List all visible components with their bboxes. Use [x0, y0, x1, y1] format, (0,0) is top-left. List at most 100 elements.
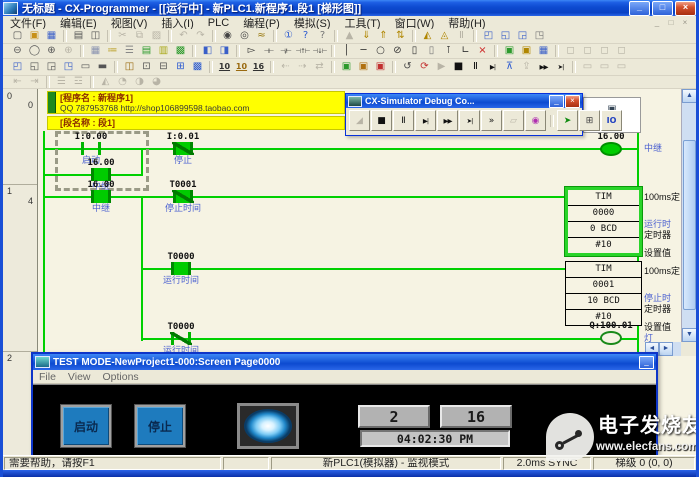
monitor-data-icon[interactable]: ◫ [121, 60, 138, 74]
line-delete-tool-icon[interactable]: × [474, 44, 491, 58]
tim-block-0000[interactable]: TIM 0000 0 BCD #10 [565, 187, 642, 256]
select-tool-icon[interactable]: ▻ [243, 44, 260, 58]
simulator-online-icon[interactable]: ▣ [501, 44, 518, 58]
hmi-stop-button[interactable]: 停止 [135, 405, 185, 447]
force-cancel-icon[interactable]: ⊞ [172, 60, 189, 74]
console-skip-button[interactable]: » [481, 110, 502, 131]
maximize-button[interactable]: □ [652, 1, 673, 16]
console-continuous-step-button[interactable]: ▶▶ [437, 110, 458, 131]
or-nc-contact-tool-icon[interactable]: ⊣↓⊢ [311, 44, 328, 58]
save-icon[interactable]: ▦ [43, 29, 60, 43]
console-pause-button[interactable]: Ⅱ [393, 110, 414, 131]
sim-step-run-icon[interactable]: ▶| [484, 60, 501, 74]
minimize-button[interactable]: _ [629, 1, 650, 16]
contact-run-timer-nc[interactable]: T0000 运行时间 [153, 322, 209, 355]
sim-scan-run-icon[interactable]: ▣ [338, 60, 355, 74]
vertical-scrollbar[interactable]: ▲ ▼ [681, 89, 696, 342]
upload-from-plc-icon[interactable]: ⇑ [375, 29, 392, 43]
sim-step-mode-icon[interactable]: ▣ [355, 60, 372, 74]
mdi-restore-button[interactable]: □ [664, 17, 678, 28]
force-reset-icon[interactable]: ⊟ [155, 60, 172, 74]
tile-horizontal-icon[interactable]: ◱ [26, 60, 43, 74]
sim-continuous-step-icon[interactable]: ▶▶ [535, 60, 552, 74]
nc-contact-tool-icon[interactable]: ⊣/⊢ [277, 44, 294, 58]
new-window-icon[interactable]: ◰ [480, 29, 497, 43]
sim-pause-icon[interactable]: Ⅱ [467, 60, 484, 74]
console-io-button[interactable]: IO [601, 110, 622, 131]
data-trace-icon[interactable]: ◨ [216, 44, 233, 58]
contact-relay[interactable]: 16.00 中继 [73, 180, 129, 213]
contact-stop-timer[interactable]: T0001 停止时间 [155, 180, 211, 213]
monitor-mode-icon[interactable]: ◬ [436, 29, 453, 43]
sim-scan-step-icon[interactable]: ➤| [552, 60, 569, 74]
mdi-close-button[interactable]: × [678, 17, 692, 28]
console-step-run-button[interactable]: ▶| [415, 110, 436, 131]
address-reference-icon[interactable]: ≈ [253, 29, 270, 43]
contact-stop[interactable]: I:0.01 停止 [155, 132, 211, 165]
io-table-icon[interactable]: ◲ [514, 29, 531, 43]
scroll-down-button[interactable]: ▼ [682, 328, 696, 342]
show-comments-icon[interactable]: ☰ [121, 44, 138, 58]
or-no-contact-tool-icon[interactable]: ⊣↑⊢ [294, 44, 311, 58]
console-keyboard-button[interactable]: ⊞ [579, 110, 600, 131]
no-contact-tool-icon[interactable]: ⊣⊢ [260, 44, 277, 58]
sim-reset-icon[interactable]: ↺ [399, 60, 416, 74]
console-close-button[interactable]: × [565, 95, 580, 108]
new-file-icon[interactable]: ▢ [9, 29, 26, 43]
zoom-out-icon[interactable]: ⊖ [9, 44, 26, 58]
console-replay-button[interactable]: ◉ [525, 110, 546, 131]
output-window-icon[interactable]: ▭ [77, 60, 94, 74]
rung-comment-icon[interactable]: ≔ [104, 44, 121, 58]
console-scan-step-button[interactable]: ➤| [459, 110, 480, 131]
symbol-table-icon[interactable]: ▩ [172, 44, 189, 58]
instruction-tool-icon[interactable]: ▯ [406, 44, 423, 58]
hmi-menu-view[interactable]: View [68, 371, 91, 383]
scroll-right-button[interactable]: ► [659, 342, 673, 356]
vertical-line-tool-icon[interactable]: │ [338, 44, 355, 58]
hex-radix-button[interactable]: 16 [250, 60, 267, 74]
console-minimize-button[interactable]: _ [549, 95, 564, 108]
console-task-run-button[interactable]: ➤ [557, 110, 578, 131]
hmi-menu-file[interactable]: File [39, 371, 56, 383]
find-icon[interactable]: ◉ [219, 29, 236, 43]
workspace-icon[interactable]: ◳ [60, 60, 77, 74]
tile-vertical-icon[interactable]: ◲ [43, 60, 60, 74]
sim-stop-icon[interactable]: ■ [450, 60, 467, 74]
hmi-start-button[interactable]: 启动 [61, 405, 111, 447]
section-list-icon[interactable]: ▥ [155, 44, 172, 58]
watch-window-icon[interactable]: ▤ [138, 44, 155, 58]
open-file-icon[interactable]: ▣ [26, 29, 43, 43]
coil-relay[interactable]: 16.00 [583, 132, 639, 156]
replace-icon[interactable]: ◎ [236, 29, 253, 43]
mdi-minimize-button[interactable]: _ [650, 17, 664, 28]
coil-lamp[interactable]: Q:100.01 [583, 321, 639, 345]
line-connect-tool-icon[interactable]: ∟ [457, 44, 474, 58]
simulator-run-icon[interactable]: ▣ [518, 44, 535, 58]
timer-tool-icon[interactable]: ⊺ [440, 44, 457, 58]
sim-step-in-icon[interactable]: ⊼ [501, 60, 518, 74]
coil-tool-icon[interactable]: ○ [372, 44, 389, 58]
compare-with-plc-icon[interactable]: ⇅ [392, 29, 409, 43]
help-icon[interactable]: ? [297, 29, 314, 43]
cross-reference-icon[interactable]: ◱ [497, 29, 514, 43]
decimal-radix-button[interactable]: 10 [216, 60, 233, 74]
close-button[interactable]: × [675, 1, 696, 16]
scrollbar-thumb[interactable] [683, 140, 696, 310]
context-help-icon[interactable]: ? [314, 29, 331, 43]
plc-settings-icon[interactable]: ◳ [531, 29, 548, 43]
force-set-icon[interactable]: ⊡ [138, 60, 155, 74]
monitor-window-icon[interactable]: ◧ [199, 44, 216, 58]
hmi-menu-options[interactable]: Options [103, 371, 139, 383]
differential-monitor-icon[interactable]: ▩ [189, 60, 206, 74]
properties-window-icon[interactable]: ▬ [94, 60, 111, 74]
cascade-windows-icon[interactable]: ◰ [9, 60, 26, 74]
download-to-plc-icon[interactable]: ⇓ [358, 29, 375, 43]
signed-decimal-radix-button[interactable]: 10 [233, 60, 250, 74]
contact-run-timer[interactable]: T0000 运行时间 [153, 252, 209, 285]
console-stop-button[interactable]: ■ [371, 110, 392, 131]
work-online-icon[interactable]: ◭ [419, 29, 436, 43]
sim-ex it-icon[interactable]: ▣ [372, 60, 389, 74]
print-icon[interactable]: ▤ [70, 29, 87, 43]
menu-plc[interactable]: PLC [201, 17, 236, 29]
print-preview-icon[interactable]: ◫ [87, 29, 104, 43]
